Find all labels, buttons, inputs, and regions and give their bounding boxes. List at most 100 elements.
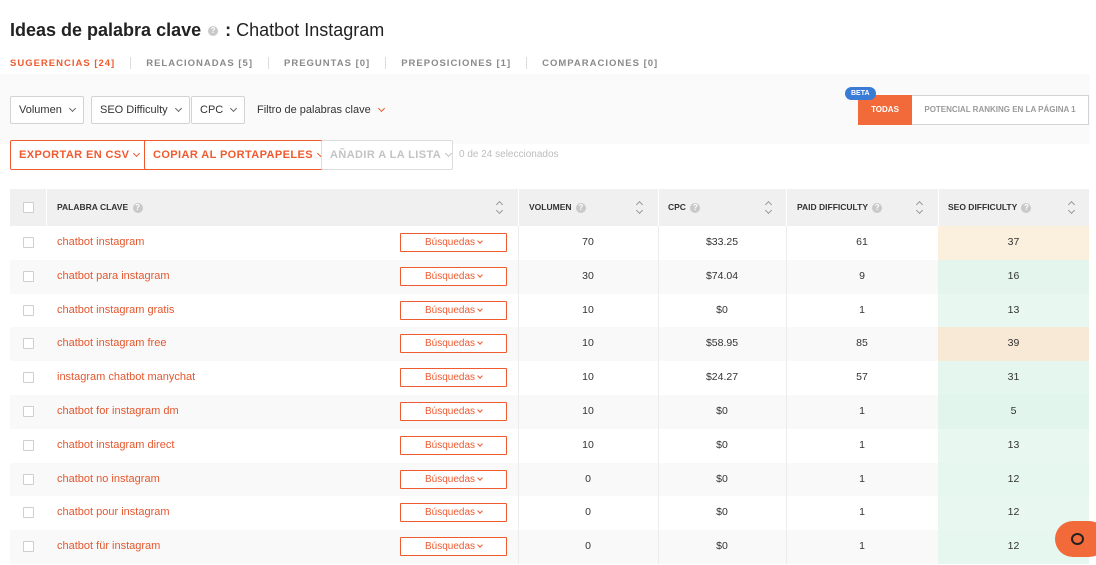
busquedas-button[interactable]: Búsquedas: [400, 537, 507, 557]
volumen-filter-dropdown[interactable]: Volumen: [10, 96, 84, 124]
keyword-link[interactable]: chatbot para instagram: [57, 260, 170, 294]
header-divider: [658, 189, 659, 226]
paid-difficulty-cell: 1: [859, 506, 865, 519]
page-title-prefix: Ideas de palabra clave: [10, 20, 202, 40]
tab-divider: [130, 57, 132, 69]
sort-icon[interactable]: [1068, 200, 1076, 216]
busquedas-button[interactable]: Búsquedas: [400, 266, 507, 286]
tab-divider: [385, 57, 387, 69]
busquedas-button[interactable]: Búsquedas: [400, 469, 507, 489]
keyword-link[interactable]: chatbot instagram direct: [57, 429, 174, 463]
table-row: chatbot para instagram Búsquedas 30 $74.…: [10, 259, 1089, 294]
header-divider: [518, 189, 519, 226]
col-header-volume[interactable]: VOLUMEN ?: [529, 189, 588, 226]
sort-icon[interactable]: [636, 200, 644, 216]
row-checkbox[interactable]: [23, 439, 34, 451]
busquedas-button[interactable]: Búsquedas: [400, 401, 507, 421]
tab-sugerencias[interactable]: SUGERENCIAS [24]: [10, 58, 130, 69]
busquedas-button[interactable]: Búsquedas: [400, 233, 507, 252]
busquedas-button[interactable]: Búsquedas: [400, 334, 507, 354]
paid-difficulty-cell: 1: [859, 540, 865, 553]
keyword-link[interactable]: chatbot für instagram: [57, 530, 160, 564]
volume-cell: 10: [582, 438, 594, 451]
export-csv-button[interactable]: EXPORTAR EN CSV: [10, 140, 149, 170]
chevron-down-icon: [477, 474, 483, 481]
keyword-link[interactable]: chatbot instagram gratis: [57, 294, 174, 328]
row-checkbox[interactable]: [23, 237, 34, 248]
keyword-table: PALABRA CLAVE ? VOLUMEN ? CPC ? PAID DIF…: [10, 189, 1089, 564]
seo-difficulty-cell: 13: [938, 428, 1089, 463]
chat-widget-button[interactable]: [1055, 521, 1096, 557]
add-to-list-button[interactable]: AÑADIR A LA LISTA: [321, 140, 453, 170]
table-header: PALABRA CLAVE ? VOLUMEN ? CPC ? PAID DIF…: [10, 189, 1089, 226]
header-divider: [938, 189, 939, 226]
tab-divider: [268, 57, 269, 69]
help-icon[interactable]: ?: [575, 202, 586, 213]
seo-difficulty-cell: 31: [938, 361, 1089, 395]
seo-difficulty-cell: 39: [938, 327, 1089, 362]
col-header-paid-difficulty[interactable]: PAID DIFFICULTY ?: [797, 189, 884, 226]
col-header-cpc[interactable]: CPC ?: [668, 189, 702, 226]
row-checkbox[interactable]: [23, 372, 34, 384]
keyword-link[interactable]: chatbot for instagram dm: [57, 395, 179, 429]
export-csv-label: EXPORTAR EN CSV: [19, 149, 130, 161]
help-icon[interactable]: ?: [208, 26, 219, 37]
sort-icon[interactable]: [765, 200, 773, 216]
busquedas-button[interactable]: Búsquedas: [400, 435, 507, 455]
busquedas-button[interactable]: Búsquedas: [400, 503, 507, 523]
col-header-seo-difficulty[interactable]: SEO DIFFICULTY ?: [948, 189, 1033, 226]
table-row: instagram chatbot manychat Búsquedas 10 …: [10, 361, 1089, 395]
sort-icon[interactable]: [496, 200, 504, 216]
row-checkbox[interactable]: [23, 507, 34, 519]
col-header-volume-label: VOLUMEN: [529, 202, 572, 212]
tab-comparaciones[interactable]: COMPARACIONES [0]: [542, 58, 673, 69]
row-checkbox[interactable]: [23, 405, 34, 417]
page-title-sep: :: [225, 20, 232, 40]
seo-difficulty-cell: 16: [938, 259, 1089, 294]
keyword-link[interactable]: chatbot instagram: [57, 226, 144, 260]
volume-cell: 10: [582, 337, 594, 350]
keyword-link[interactable]: chatbot no instagram: [57, 463, 160, 497]
cpc-cell: $33.25: [705, 236, 739, 248]
help-icon[interactable]: ?: [1021, 202, 1032, 213]
busquedas-button[interactable]: Búsquedas: [400, 368, 507, 388]
table-row: chatbot instagram free Búsquedas 10 $58.…: [10, 327, 1089, 362]
help-icon[interactable]: ?: [132, 202, 143, 213]
row-checkbox[interactable]: [23, 304, 34, 316]
select-all-checkbox[interactable]: [23, 202, 34, 213]
row-checkbox[interactable]: [23, 338, 34, 350]
table-row: chatbot no instagram Búsquedas 0 $0 1 12: [10, 462, 1089, 497]
tab-preposiciones[interactable]: PREPOSICIONES [1]: [401, 58, 526, 69]
col-header-paid-difficulty-label: PAID DIFFICULTY: [797, 202, 868, 212]
potencial-ranking-toggle-button[interactable]: POTENCIAL RANKING EN LA PÁGINA 1: [912, 95, 1089, 125]
col-header-keyword[interactable]: PALABRA CLAVE ?: [57, 189, 145, 226]
tab-relacionadas[interactable]: RELACIONADAS [5]: [146, 58, 268, 69]
row-checkbox[interactable]: [23, 473, 34, 485]
sort-icon[interactable]: [916, 200, 924, 216]
table-body: chatbot instagram Búsquedas 70 $33.25 61…: [10, 226, 1089, 564]
keyword-link[interactable]: instagram chatbot manychat: [57, 361, 195, 395]
help-icon[interactable]: ?: [872, 202, 883, 213]
seo-difficulty-cell: 13: [938, 293, 1089, 328]
header-divider: [46, 189, 47, 226]
keyword-link[interactable]: chatbot pour instagram: [57, 496, 170, 530]
seo-difficulty-filter-dropdown[interactable]: SEO Difficulty: [91, 96, 190, 124]
row-checkbox[interactable]: [23, 270, 34, 282]
copy-clipboard-label: COPIAR AL PORTAPAPELES: [153, 149, 313, 161]
tab-preguntas[interactable]: PREGUNTAS [0]: [284, 58, 385, 69]
row-checkbox[interactable]: [23, 541, 34, 553]
volume-cell: 10: [582, 371, 594, 384]
chevron-down-icon: [477, 542, 483, 549]
view-toggle: TODAS POTENCIAL RANKING EN LA PÁGINA 1: [858, 95, 1089, 125]
cpc-filter-dropdown[interactable]: CPC: [191, 96, 246, 124]
busquedas-label: Búsquedas: [424, 541, 476, 553]
help-icon[interactable]: ?: [690, 202, 701, 213]
busquedas-label: Búsquedas: [424, 439, 476, 451]
col-header-seo-difficulty-label: SEO DIFFICULTY: [948, 202, 1018, 212]
copy-clipboard-button[interactable]: COPIAR AL PORTAPAPELES: [144, 140, 332, 170]
keyword-link[interactable]: chatbot instagram free: [57, 327, 166, 361]
busquedas-button[interactable]: Búsquedas: [400, 300, 507, 320]
keyword-filter-dropdown[interactable]: Filtro de palabras clave: [257, 96, 385, 124]
cpc-filter-label: CPC: [200, 104, 224, 116]
chevron-down-icon: [230, 104, 238, 113]
